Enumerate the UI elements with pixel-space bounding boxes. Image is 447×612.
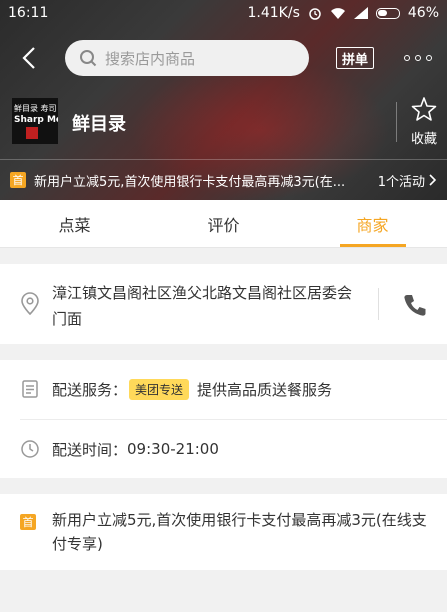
promotion-text: 新用户立减5元,首次使用银行卡支付最高再减3元(在线支付专享)	[52, 511, 427, 553]
more-options-button[interactable]	[404, 48, 432, 68]
search-placeholder: 搜索店内商品	[105, 49, 196, 68]
store-logo-mark	[26, 127, 38, 139]
status-bar: 16:11 1.41K/s 46%	[0, 0, 447, 26]
delivery-time-row: 配送时间： 09:30-21:00	[0, 420, 447, 478]
delivery-service-row: 配送服务： 美团专送 提供高品质送餐服务	[0, 360, 447, 418]
promo-bar[interactable]: 首 新用户立减5元,首次使用银行卡支付最高再减3元(在... 1个活动	[0, 166, 447, 194]
star-icon	[411, 97, 437, 121]
dot-icon	[426, 55, 432, 61]
first-order-badge: 首	[10, 172, 26, 188]
store-logo-subtext: Sharp Menu	[14, 115, 58, 125]
divider	[0, 159, 447, 160]
back-button[interactable]	[14, 42, 44, 74]
document-icon	[22, 380, 38, 398]
service-card: 配送服务： 美团专送 提供高品质送餐服务 配送时间： 09:30-21:00	[0, 360, 447, 478]
delivery-time: 09:30-21:00	[127, 440, 219, 458]
search-icon	[80, 50, 97, 67]
battery-icon	[375, 7, 400, 19]
promo-count-label: 1个活动	[377, 174, 425, 190]
wifi-icon	[330, 7, 345, 19]
search-input[interactable]: 搜索店内商品	[65, 40, 309, 76]
clock-icon	[21, 440, 39, 458]
store-logo: 鲜目录 寿司 Sharp Menu	[12, 98, 58, 144]
tab-order[interactable]: 点菜	[0, 200, 149, 247]
store-logo-text: 鲜目录 寿司	[14, 104, 57, 113]
signal-icon	[353, 7, 368, 19]
promo-text: 新用户立减5元,首次使用银行卡支付最高再减3元(在...	[34, 174, 346, 190]
store-address: 漳江镇文昌阁社区渔父北路文昌阁社区居委会门面	[52, 284, 353, 328]
favorite-button[interactable]: 收藏	[402, 96, 446, 148]
tab-reviews[interactable]: 评价	[149, 200, 298, 247]
delivery-service-label: 配送服务：	[52, 380, 128, 399]
delivery-badge: 美团专送	[129, 378, 190, 400]
alarm-icon	[309, 8, 321, 20]
promotion-card: 首 新用户立减5元,首次使用银行卡支付最高再减3元(在线支付专享)	[0, 494, 447, 570]
dot-icon	[415, 55, 421, 61]
tab-merchant[interactable]: 商家	[298, 200, 447, 247]
network-speed: 1.41K/s	[247, 5, 300, 21]
location-pin-icon	[21, 292, 39, 316]
divider	[378, 288, 379, 320]
tab-bar: 点菜 评价 商家	[0, 200, 447, 248]
chevron-right-icon	[429, 174, 437, 186]
battery-percent: 46%	[407, 5, 439, 21]
navbar: 搜索店内商品 拼单	[0, 36, 447, 80]
status-time: 16:11	[8, 5, 49, 21]
favorite-label: 收藏	[410, 132, 437, 147]
delivery-service-desc: 提供高品质送餐服务	[197, 380, 333, 399]
delivery-time-label: 配送时间：	[52, 440, 128, 459]
first-order-badge: 首	[20, 514, 36, 530]
chevron-left-icon	[22, 47, 35, 69]
address-card: 漳江镇文昌阁社区渔父北路文昌阁社区居委会门面	[0, 264, 447, 344]
dot-icon	[404, 55, 410, 61]
promo-count[interactable]: 1个活动	[378, 171, 437, 190]
phone-icon[interactable]	[402, 292, 428, 318]
divider	[396, 102, 397, 142]
store-name: 鲜目录	[72, 114, 126, 135]
store-header: 16:11 1.41K/s 46% 搜索店内商品 拼单 鲜目录 寿司 Sharp…	[0, 0, 447, 200]
pindan-button[interactable]: 拼单	[336, 47, 374, 69]
